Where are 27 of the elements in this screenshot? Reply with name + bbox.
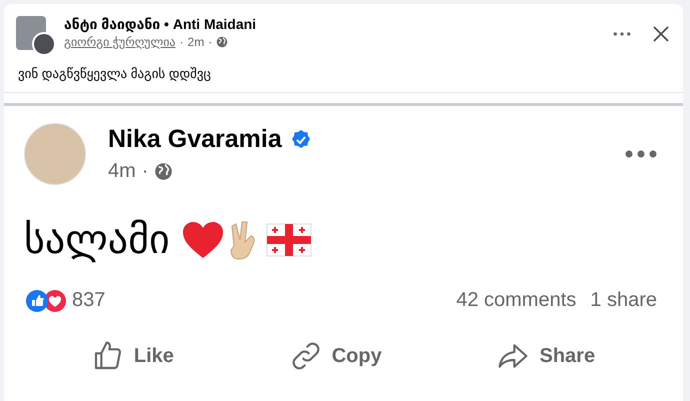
separator: · xyxy=(180,35,184,49)
more-options-icon[interactable] xyxy=(613,31,631,37)
more-options-icon[interactable] xyxy=(625,150,657,158)
shares-count[interactable]: 1 share xyxy=(590,289,657,312)
globe-icon xyxy=(154,162,174,181)
separator: · xyxy=(208,35,212,49)
share-button[interactable]: Share xyxy=(497,340,596,372)
close-icon[interactable] xyxy=(653,26,669,42)
page-name[interactable]: ანტი მაიდანი • Anti Maidani xyxy=(64,16,605,33)
post-time[interactable]: 2m xyxy=(188,35,204,49)
post-time[interactable]: 4m xyxy=(108,160,136,183)
copy-button[interactable]: Copy xyxy=(290,340,382,372)
flag-emoji xyxy=(266,223,312,257)
author-name[interactable]: Nika Gvaramia xyxy=(108,125,282,154)
link-icon xyxy=(290,340,322,372)
separator: · xyxy=(142,160,148,183)
reaction-count[interactable]: 837 xyxy=(72,289,106,312)
love-reaction-icon xyxy=(44,290,66,312)
like-button[interactable]: Like xyxy=(92,340,174,372)
like-reaction-icon xyxy=(26,290,48,312)
author-link[interactable]: გიორგი ჭურღულია xyxy=(64,35,176,49)
post-caption: ვინ დაგწვწყევლა მაგის დდშვც xyxy=(17,65,212,84)
heart-emoji xyxy=(182,221,224,259)
page-and-user-avatar-drawing[interactable] xyxy=(16,16,56,56)
globe-icon xyxy=(216,36,228,48)
post-text: სალამი xyxy=(24,217,170,263)
comments-count[interactable]: 42 comments xyxy=(456,289,576,312)
